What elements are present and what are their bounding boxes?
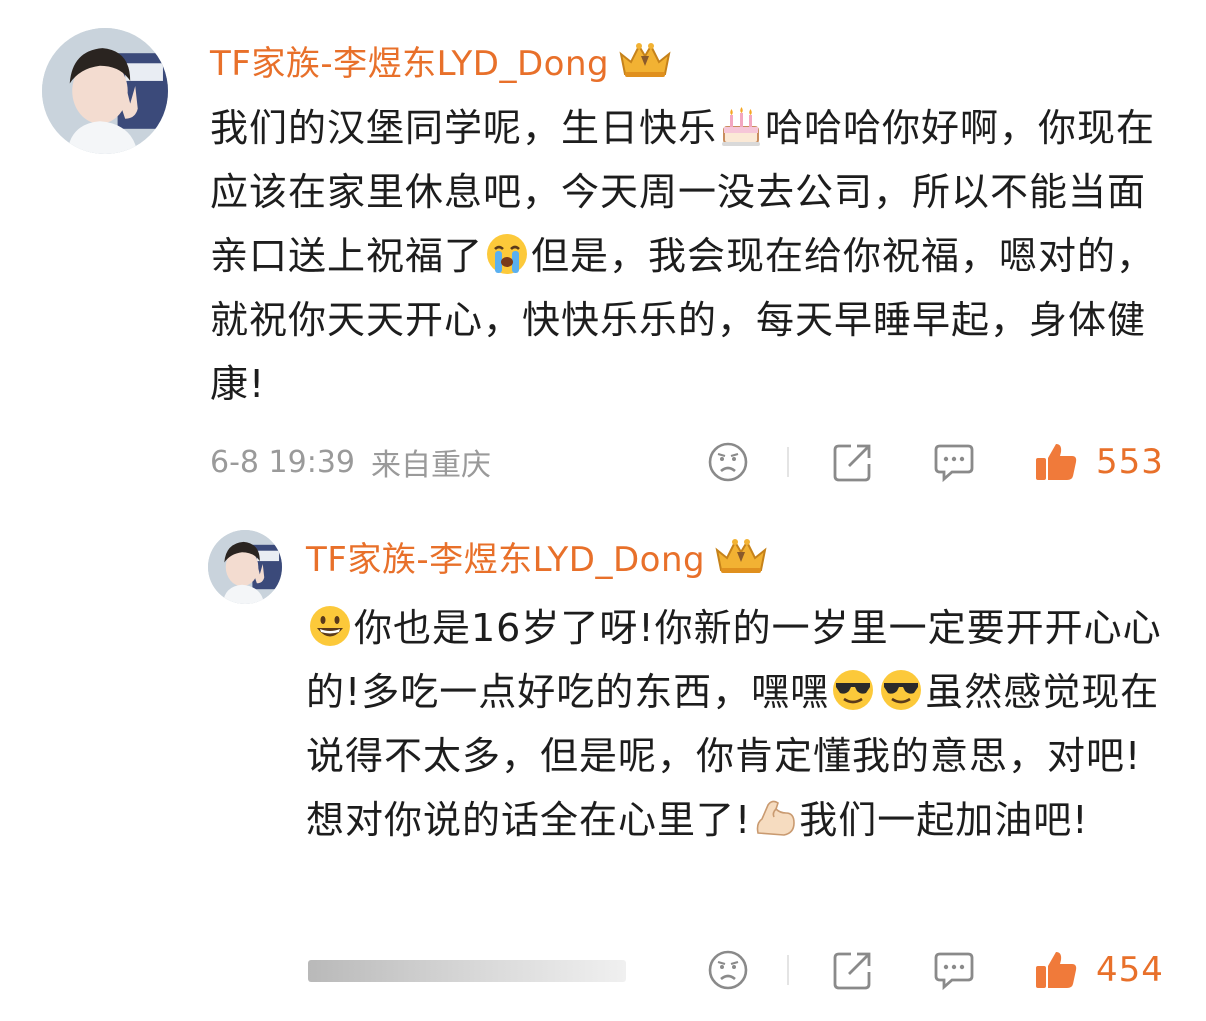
like-thumb-icon xyxy=(1034,948,1078,992)
dislike-face-icon[interactable] xyxy=(706,948,750,992)
username-row: TF家族-李煜东LYD_Dong xyxy=(210,32,673,88)
like-count: 454 xyxy=(1096,950,1164,990)
birthday-cake-emoji xyxy=(718,103,764,149)
share-icon[interactable] xyxy=(831,440,875,484)
reply-username-row: TF家族-李煜东LYD_Dong xyxy=(306,528,769,584)
sunglasses-face-emoji xyxy=(830,667,876,713)
avatar-image xyxy=(42,28,168,154)
redacted-meta xyxy=(308,960,626,982)
like-button[interactable]: 553 xyxy=(1034,436,1164,488)
location: 来自重庆 xyxy=(371,448,491,483)
crown-badge-icon xyxy=(617,40,673,80)
comment-text-part: 我们的汉堡同学呢，生日快乐 xyxy=(210,106,718,150)
comment-icon[interactable] xyxy=(932,948,976,992)
comment-icon[interactable] xyxy=(932,440,976,484)
divider xyxy=(787,447,789,477)
dislike-face-icon[interactable] xyxy=(706,440,750,484)
timestamp: 6-8 19:39 xyxy=(210,444,355,480)
reply-text: 你也是16岁了呀!你新的一岁里一定要开开心心的!多吃一点好吃的东西，嘿嘿 虽然感觉… xyxy=(306,596,1166,852)
flexed-biceps-emoji xyxy=(752,795,798,841)
comment-meta: 6-8 19:39 来自重庆 xyxy=(210,432,491,492)
sunglasses-face-emoji xyxy=(878,667,924,713)
avatar[interactable] xyxy=(42,28,168,154)
reply-text-part: 我们一起加油吧! xyxy=(799,798,1089,842)
like-thumb-icon xyxy=(1034,440,1078,484)
crown-badge-icon xyxy=(713,536,769,576)
like-button[interactable]: 454 xyxy=(1034,944,1164,996)
loudly-crying-face-emoji xyxy=(484,231,530,277)
username-link[interactable]: TF家族-李煜东LYD_Dong xyxy=(210,36,609,85)
like-count: 553 xyxy=(1096,442,1164,482)
divider xyxy=(787,955,789,985)
grinning-face-emoji xyxy=(307,603,353,649)
avatar-image xyxy=(208,530,282,604)
comment-text: 我们的汉堡同学呢，生日快乐 哈哈哈你好啊，你现在应该在家里休息吧，今天周一没去公司… xyxy=(210,96,1160,416)
reply-avatar[interactable] xyxy=(208,530,282,604)
share-icon[interactable] xyxy=(831,948,875,992)
reply-username-link[interactable]: TF家族-李煜东LYD_Dong xyxy=(306,532,705,581)
